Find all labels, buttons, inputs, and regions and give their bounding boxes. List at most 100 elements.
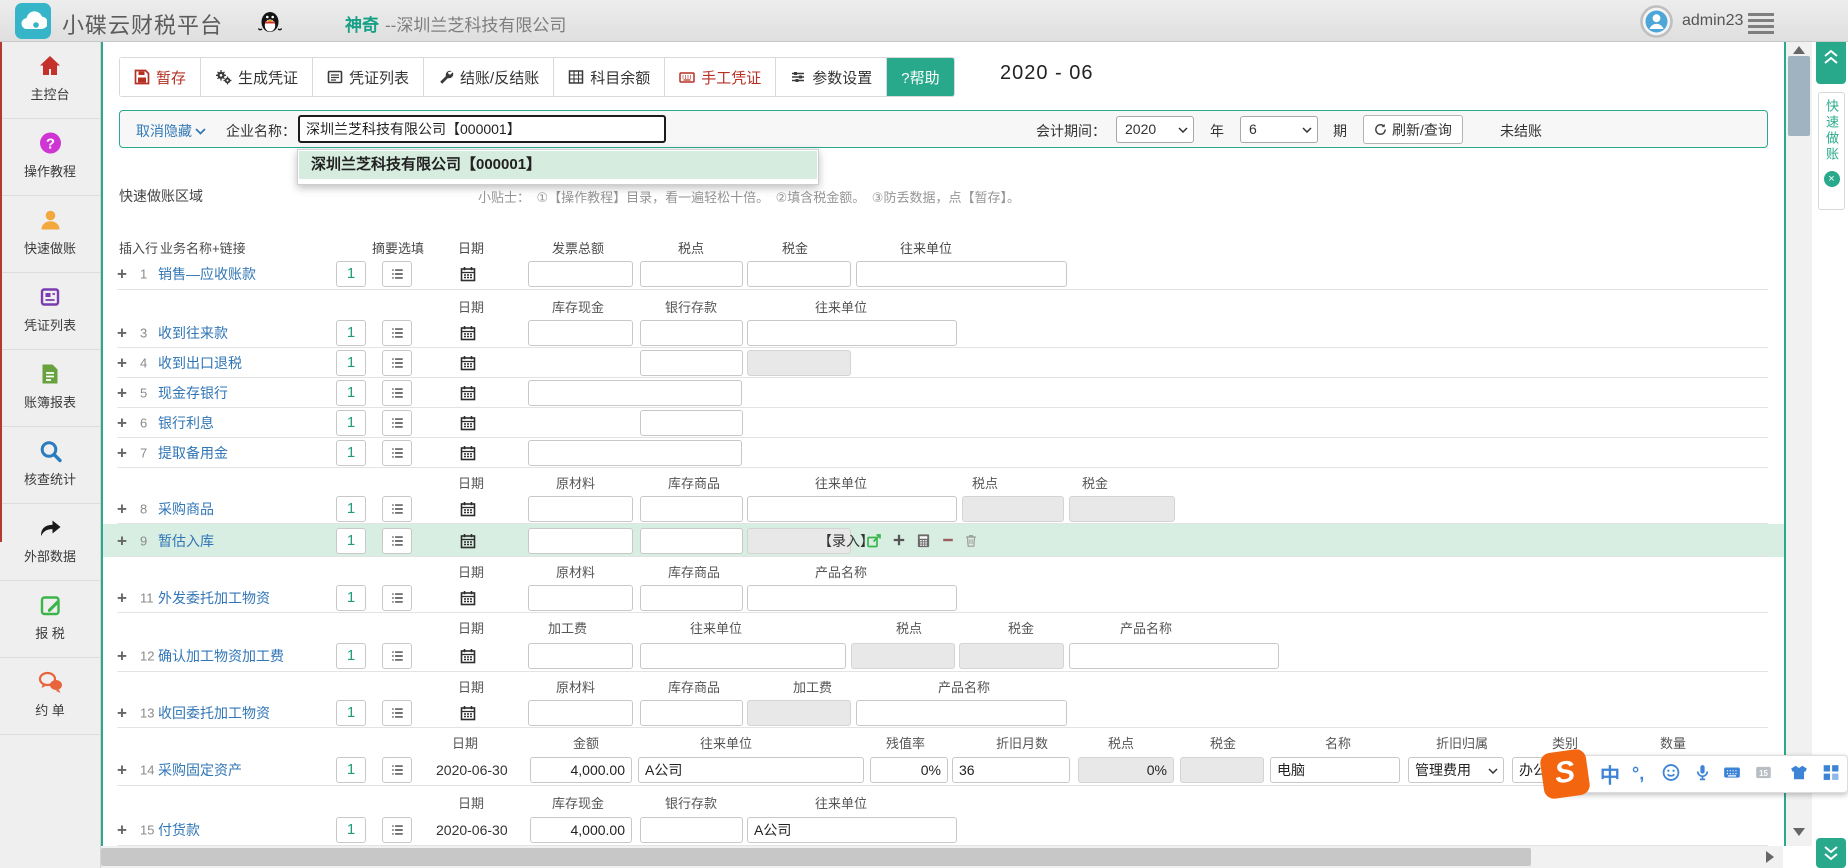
cell-input[interactable]: [528, 261, 633, 287]
tshirt-icon[interactable]: [1790, 764, 1808, 785]
year-select[interactable]: 2020: [1116, 116, 1194, 143]
punctuation-icon[interactable]: °,: [1632, 764, 1644, 785]
business-link[interactable]: 采购固定资产: [158, 760, 242, 780]
insert-row-icon[interactable]: +: [117, 532, 127, 549]
vertical-scroll-thumb[interactable]: [1788, 56, 1810, 136]
keyboard-icon[interactable]: [1722, 764, 1742, 785]
quick-account-side-tab[interactable]: 快速做账 ×: [1818, 92, 1845, 210]
cell-input[interactable]: [528, 643, 633, 669]
minus-icon[interactable]: [941, 533, 955, 549]
cell-input[interactable]: [856, 700, 1067, 726]
date-picker[interactable]: [460, 533, 476, 549]
date-value[interactable]: 2020-06-30: [436, 762, 508, 778]
account-balance-button[interactable]: 科目余额: [554, 58, 665, 96]
cell-input[interactable]: 4,000.00: [530, 817, 632, 843]
vertical-scrollbar[interactable]: [1786, 42, 1812, 846]
cell-input[interactable]: [528, 585, 633, 611]
insert-row-icon[interactable]: +: [117, 705, 127, 722]
help-button[interactable]: ?帮助: [887, 58, 953, 96]
cell-input[interactable]: [640, 817, 743, 843]
cell-input[interactable]: A公司: [638, 757, 864, 783]
cell-input[interactable]: [640, 700, 743, 726]
scroll-right-arrow[interactable]: [1766, 851, 1774, 863]
qq-penguin-icon[interactable]: [258, 8, 282, 37]
insert-row-icon[interactable]: +: [117, 822, 127, 839]
sogou-logo-icon[interactable]: S: [1539, 748, 1591, 800]
insert-row-icon[interactable]: +: [117, 325, 127, 342]
entry-count-box[interactable]: 1: [336, 320, 366, 346]
cell-input[interactable]: [640, 643, 846, 669]
business-link[interactable]: 现金存银行: [158, 383, 228, 403]
summary-select-button[interactable]: [382, 261, 412, 287]
summary-select-button[interactable]: [382, 700, 412, 726]
sidebar-item-tutorial[interactable]: ? 操作教程: [0, 119, 100, 196]
entry-count-box[interactable]: 1: [336, 350, 366, 376]
plus-icon[interactable]: [892, 533, 906, 549]
insert-row-icon[interactable]: +: [117, 501, 127, 518]
cell-input[interactable]: [747, 585, 957, 611]
business-link[interactable]: 收回委托加工物资: [158, 703, 270, 723]
cell-input[interactable]: [640, 585, 743, 611]
entry-count-box[interactable]: 1: [336, 261, 366, 287]
entry-count-box[interactable]: 1: [336, 643, 366, 669]
cell-input[interactable]: [640, 320, 743, 346]
date-value[interactable]: 2020-06-30: [436, 822, 508, 838]
toggle-hide-link[interactable]: 取消隐藏: [136, 121, 206, 141]
date-picker[interactable]: [460, 590, 476, 606]
date-picker[interactable]: [460, 705, 476, 721]
summary-select-button[interactable]: [382, 643, 412, 669]
menu-icon[interactable]: [1748, 13, 1774, 30]
entry-count-box[interactable]: 1: [336, 700, 366, 726]
entry-count-box[interactable]: 1: [336, 410, 366, 436]
sidebar-item-dashboard[interactable]: 主控台: [0, 42, 100, 119]
summary-select-button[interactable]: [382, 440, 412, 466]
entry-count-box[interactable]: 1: [336, 380, 366, 406]
skin15-icon[interactable]: 15: [1754, 764, 1773, 785]
cell-input[interactable]: A公司: [747, 817, 957, 843]
summary-select-button[interactable]: [382, 350, 412, 376]
cell-input[interactable]: 36: [952, 757, 1070, 783]
manual-voucher-button[interactable]: 手工凭证: [665, 58, 776, 96]
entry-count-box[interactable]: 1: [336, 585, 366, 611]
business-link[interactable]: 销售—应收账款: [158, 264, 256, 284]
insert-row-icon[interactable]: +: [117, 762, 127, 779]
cell-input[interactable]: 4,000.00: [530, 757, 632, 783]
date-picker[interactable]: [460, 266, 476, 282]
date-picker[interactable]: [460, 501, 476, 517]
company-input[interactable]: 深圳兰芝科技有限公司【000001】: [298, 115, 666, 143]
scroll-up-arrow[interactable]: [1793, 46, 1805, 54]
trash-icon[interactable]: [964, 533, 978, 549]
date-picker[interactable]: [460, 325, 476, 341]
cell-input[interactable]: [856, 261, 1067, 287]
date-picker[interactable]: [460, 648, 476, 664]
cell-input[interactable]: 0%: [870, 757, 948, 783]
cell-input[interactable]: [747, 320, 957, 346]
save-draft-button[interactable]: 暂存: [120, 58, 201, 96]
business-link[interactable]: 采购商品: [158, 499, 214, 519]
cell-input[interactable]: [640, 496, 743, 522]
generate-voucher-button[interactable]: 生成凭证: [201, 58, 313, 96]
entry-count-box[interactable]: 1: [336, 528, 366, 554]
refresh-query-button[interactable]: 刷新/查询: [1363, 115, 1463, 144]
cell-input[interactable]: [747, 261, 851, 287]
cell-input[interactable]: [640, 528, 743, 554]
summary-select-button[interactable]: [382, 410, 412, 436]
business-link[interactable]: 收到出口退税: [158, 353, 242, 373]
cell-input[interactable]: 电脑: [1270, 757, 1400, 783]
grid-icon[interactable]: [1822, 764, 1840, 785]
date-picker[interactable]: [460, 385, 476, 401]
business-link[interactable]: 暂估入库: [158, 531, 214, 551]
mic-icon[interactable]: [1694, 764, 1711, 785]
insert-row-icon[interactable]: +: [117, 266, 127, 283]
avatar[interactable]: [1640, 5, 1673, 41]
summary-select-button[interactable]: [382, 320, 412, 346]
cell-input[interactable]: [640, 350, 743, 376]
entry-count-box[interactable]: 1: [336, 440, 366, 466]
parameter-settings-button[interactable]: 参数设置: [776, 58, 887, 96]
date-picker[interactable]: [460, 415, 476, 431]
summary-select-button[interactable]: [382, 585, 412, 611]
cell-input[interactable]: [640, 261, 743, 287]
date-picker[interactable]: [460, 445, 476, 461]
summary-select-button[interactable]: [382, 817, 412, 843]
business-link[interactable]: 付货款: [158, 820, 200, 840]
